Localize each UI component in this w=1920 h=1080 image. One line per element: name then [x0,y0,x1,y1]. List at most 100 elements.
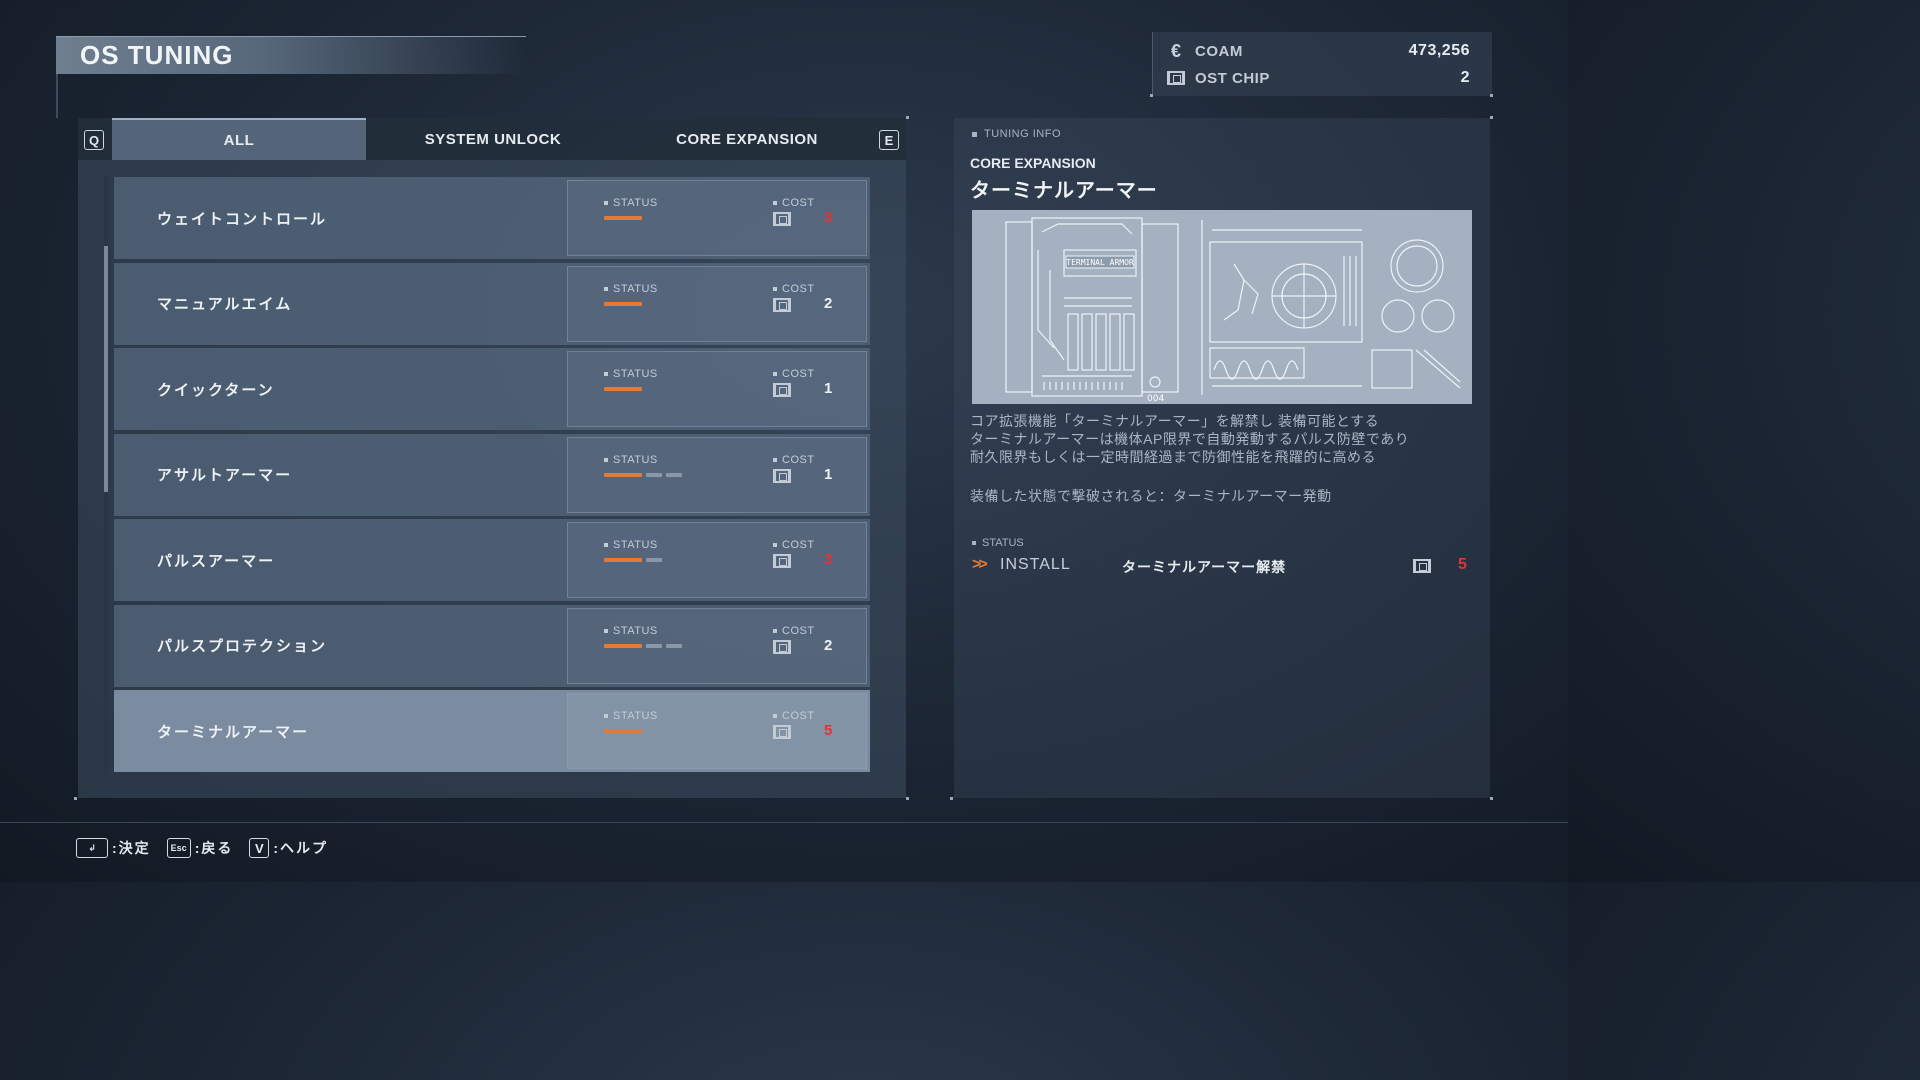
cost-value: 3 [824,209,833,226]
status-label: STATUS [604,454,658,466]
tuning-row-card: STATUS COST 5 [567,693,867,769]
confirm-hint: :決定 [112,840,151,856]
status-bar [604,216,642,220]
corner-dot [950,797,953,800]
help-hint: :ヘルプ [273,840,329,856]
cost-label: COST [773,454,815,466]
chip-icon [773,212,791,231]
v-key-icon[interactable]: V [249,838,270,858]
cost-label: COST [773,368,815,380]
ost-chip-value: 2 [1460,69,1470,86]
esc-key-icon[interactable]: Esc [166,838,191,858]
tuning-row[interactable]: マニュアルエイム STATUS COST 2 [114,262,870,345]
tuning-row-name: パルスプロテクション [157,638,328,655]
status-segment-empty [666,472,682,477]
chip-icon [773,554,791,573]
description-line-2: ターミナルアーマーは機体AP限界で自動発動するパルス防壁であり [970,431,1410,447]
tuning-row[interactable]: クイックターン STATUS COST 1 [114,348,870,430]
title-divider [56,74,58,118]
status-bar [604,472,682,477]
status-segment-filled [604,729,642,733]
chip-icon [773,468,791,488]
corner-dot [1490,797,1493,800]
status-segment-filled [604,301,642,306]
currency-panel: € COAM 473,256 OST CHIP 2 [1152,32,1492,96]
corner-dot [1490,116,1493,119]
list-scrollbar-thumb[interactable] [104,246,108,492]
tuning-row-card: STATUS COST 1 [567,351,867,427]
tuning-row-card: STATUS COST 1 [567,436,867,513]
status-label: STATUS [604,283,658,295]
tuning-info-heading: TUNING INFO [972,128,1061,140]
status-heading: STATUS [972,537,1024,549]
status-bar [604,558,662,562]
chip-icon [773,297,791,317]
ost-chip-label: OST CHIP [1195,69,1270,87]
cost-value: 1 [824,465,833,483]
blueprint-label: TERMINAL ARMOR [1066,258,1134,267]
tuning-row[interactable]: アサルトアーマー STATUS COST 1 [114,433,870,516]
install-value: ターミナルアーマー解禁 [1122,559,1287,575]
tuning-row-card: STATUS COST 3 [567,522,867,598]
tuning-row-card: STATUS COST 3 [567,180,867,256]
blueprint-number: 004 [1147,394,1164,404]
corner-dot [1150,94,1153,97]
prev-tab-key[interactable]: Q [84,130,104,150]
cost-value: 5 [824,722,833,739]
status-segment-empty [646,472,662,477]
blueprint-illustration: TERMINAL ARMOR 004 [972,210,1472,404]
status-segment-filled [604,558,642,562]
chip-icon [1167,71,1185,85]
tuning-row-card: STATUS COST 2 [567,607,867,684]
status-bar [604,643,682,648]
tab-core-expansion[interactable]: CORE EXPANSION [620,118,874,160]
cost-value: 1 [824,380,833,397]
chip-icon [773,725,791,744]
tab-all[interactable]: ALL [112,118,366,160]
status-bar [604,729,642,733]
tuning-row-name: アサルトアーマー [157,467,293,484]
status-label: STATUS [604,197,658,209]
corner-dot [1490,94,1493,97]
status-segment-empty [646,558,662,562]
corner-dot [906,797,909,800]
tuning-row[interactable]: パルスアーマー STATUS COST 3 [114,519,870,601]
tuning-row-name: パルスアーマー [157,552,276,570]
tuning-row[interactable]: パルスプロテクション STATUS COST 2 [114,604,870,687]
coam-value: 473,256 [1408,42,1470,59]
status-segment-filled [604,387,642,391]
tuning-row[interactable]: ターミナルアーマー STATUS COST 5 [114,690,870,772]
install-label: INSTALL [1000,556,1071,573]
cost-label: COST [773,283,815,295]
cost-value: 2 [824,636,833,654]
status-segment-empty [666,643,682,648]
tuning-name: ターミナルアーマー [970,180,1158,202]
tab-system-unlock[interactable]: SYSTEM UNLOCK [366,118,620,160]
coam-label: COAM [1195,42,1243,60]
cost-value: 2 [824,294,833,312]
next-tab-key[interactable]: E [879,130,899,150]
cost-label: COST [773,710,815,722]
tuning-category: CORE EXPANSION [970,155,1096,171]
chip-icon [1413,559,1431,578]
install-cost: 5 [1458,556,1467,573]
footer-divider [0,822,1568,823]
status-segment-filled [604,216,642,220]
status-bar [604,387,642,391]
page-title: OS TUNING [80,40,234,70]
chip-icon [773,639,791,659]
back-hint: :戻る [194,840,234,856]
corner-dot [906,116,909,119]
status-segment-empty [646,643,662,648]
tuning-row[interactable]: ウェイトコントロール STATUS COST 3 [114,177,870,259]
tuning-row-name: マニュアルエイム [157,296,293,313]
tuning-row-name: ウェイトコントロール [157,210,328,228]
chip-icon [773,383,791,402]
corner-dot [74,797,77,800]
key-guide: ↲ :決定 Esc :戻る V :ヘルプ [76,838,328,858]
blueprint-image: TERMINAL ARMOR 004 [972,210,1472,404]
tuning-row-card: STATUS COST 2 [567,265,867,342]
description-line-3: 耐久限界もしくは一定時間経過まで防御性能を飛躍的に高める [970,449,1376,465]
coam-icon: € [1170,40,1181,61]
status-segment-filled [604,643,642,648]
